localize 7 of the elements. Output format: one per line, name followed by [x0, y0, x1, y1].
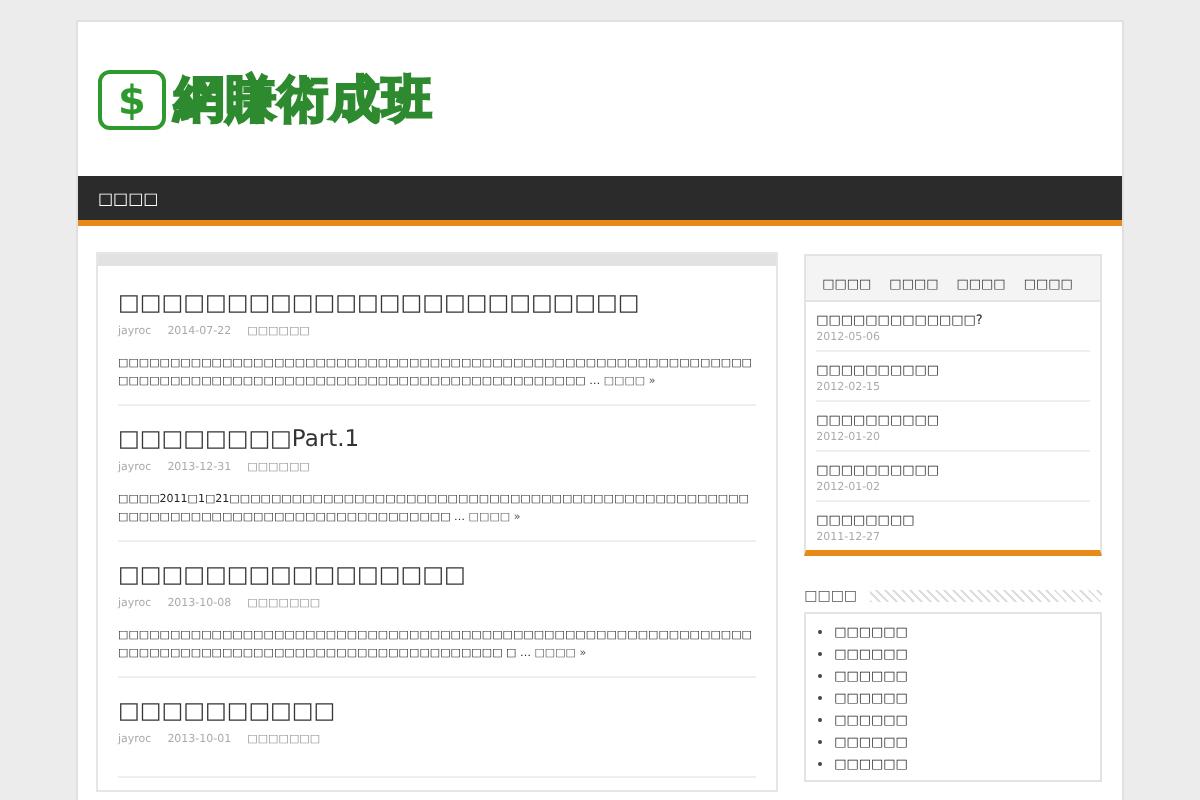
post-title[interactable]: □□□□□□□□□□□□□□□□	[118, 560, 757, 588]
site-logo[interactable]: 網賺術成班	[174, 66, 434, 132]
post-title[interactable]: □□□□□□□□□□	[118, 696, 757, 724]
nav-item[interactable]: □□□□	[98, 183, 159, 213]
post-title[interactable]: □□□□□□□□Part.1	[118, 424, 757, 452]
post-title[interactable]: □□□□□□□□□□□□□□□□□□□□□□□□	[118, 288, 757, 316]
logo-icon: $	[98, 69, 166, 129]
